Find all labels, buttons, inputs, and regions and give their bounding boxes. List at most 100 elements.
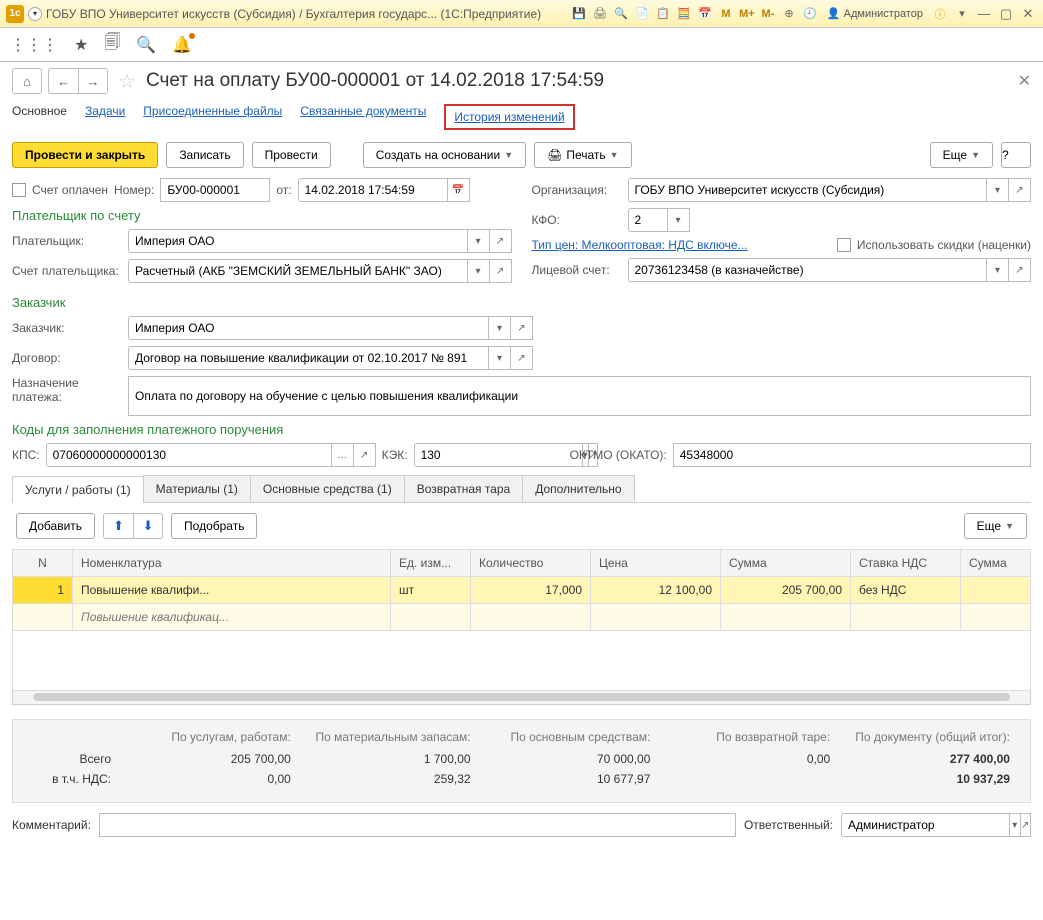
open-icon[interactable]: ↗ xyxy=(354,443,376,467)
h-scrollbar[interactable] xyxy=(12,691,1031,705)
payer-input[interactable] xyxy=(128,229,468,253)
clipboard-icon[interactable]: 🗐 xyxy=(104,31,120,58)
personal-acc-input[interactable] xyxy=(628,258,988,282)
kfo-input[interactable] xyxy=(628,208,668,232)
maximize-button[interactable]: ▢ xyxy=(997,5,1015,23)
payer-acc-input[interactable] xyxy=(128,259,468,283)
pick-button[interactable]: Подобрать xyxy=(171,513,257,539)
tool-save-icon[interactable]: 💾 xyxy=(570,5,588,23)
nav-history[interactable]: История изменений xyxy=(444,104,574,130)
system-menu-icon[interactable]: ▾ xyxy=(28,7,42,21)
tool-preview-icon[interactable]: 🔍 xyxy=(612,5,630,23)
tool-history-icon[interactable]: 🕘 xyxy=(801,5,819,23)
move-up-button[interactable]: ⬆ xyxy=(103,513,133,539)
tab-services[interactable]: Услуги / работы (1) xyxy=(12,476,144,503)
purpose-input[interactable] xyxy=(128,376,1031,416)
bell-icon[interactable]: 🔔 xyxy=(172,35,192,55)
table-empty-row[interactable] xyxy=(13,631,1031,691)
dropdown-icon[interactable]: ▾ xyxy=(468,259,490,283)
search-icon[interactable]: 🔍 xyxy=(136,35,156,55)
tab-materials[interactable]: Материалы (1) xyxy=(143,475,251,502)
open-icon[interactable]: ↗ xyxy=(511,346,533,370)
tool-paste-icon[interactable]: 📋 xyxy=(654,5,672,23)
open-icon[interactable]: ↗ xyxy=(1009,258,1031,282)
help-button[interactable]: ? xyxy=(1001,142,1031,168)
tab-extra[interactable]: Дополнительно xyxy=(522,475,634,502)
nav-linked[interactable]: Связанные документы xyxy=(300,104,426,130)
star-icon[interactable]: ★ xyxy=(74,35,88,55)
move-down-button[interactable]: ⬇ xyxy=(133,513,163,539)
table-subrow[interactable]: Повышение квалификац... xyxy=(13,604,1031,631)
kps-label: КПС: xyxy=(12,448,40,462)
home-button[interactable]: ⌂ xyxy=(12,68,42,94)
org-input[interactable] xyxy=(628,178,988,202)
tool-print-icon[interactable]: 🖨 xyxy=(591,5,609,23)
dropdown-icon[interactable]: ▾ xyxy=(987,258,1009,282)
open-icon[interactable]: ↗ xyxy=(1009,178,1031,202)
nav-main[interactable]: Основное xyxy=(12,104,67,130)
open-icon[interactable]: ↗ xyxy=(490,229,512,253)
oktmo-input[interactable] xyxy=(673,443,1031,467)
comment-input[interactable] xyxy=(99,813,736,837)
table-row[interactable]: 1 Повышение квалифи... шт 17,000 12 100,… xyxy=(13,577,1031,604)
fav-star-icon[interactable]: ☆ xyxy=(118,69,136,94)
table-header-row: N Номенклатура Ед. изм... Количество Цен… xyxy=(13,550,1031,577)
dropdown-icon[interactable]: ▾ xyxy=(668,208,690,232)
tab-assets[interactable]: Основные средства (1) xyxy=(250,475,405,502)
tool-copy-icon[interactable]: 📄 xyxy=(633,5,651,23)
kps-input[interactable] xyxy=(46,443,332,467)
paid-checkbox[interactable] xyxy=(12,183,26,197)
apps-icon[interactable]: ⋮⋮⋮ xyxy=(10,35,58,55)
more-button[interactable]: Еще▼ xyxy=(930,142,993,168)
print-button[interactable]: 🖨Печать▼ xyxy=(534,142,631,168)
minimize-button[interactable]: — xyxy=(975,5,993,23)
dropdown-icon[interactable]: ▾ xyxy=(489,316,511,340)
codes-section-title: Коды для заполнения платежного поручения xyxy=(12,422,1031,437)
discount-checkbox[interactable] xyxy=(837,238,851,252)
ellipsis-icon[interactable]: … xyxy=(332,443,354,467)
dropdown-icon[interactable]: ▾ xyxy=(468,229,490,253)
post-button[interactable]: Провести xyxy=(252,142,331,168)
save-button[interactable]: Записать xyxy=(166,142,243,168)
nav-files[interactable]: Присоединенные файлы xyxy=(143,104,282,130)
tool-zoom-icon[interactable]: ⊕ xyxy=(780,5,798,23)
command-bar: Провести и закрыть Записать Провести Соз… xyxy=(12,142,1031,168)
user-indicator[interactable]: 👤Администратор xyxy=(823,7,927,20)
nav-tasks[interactable]: Задачи xyxy=(85,104,125,130)
kfo-label: КФО: xyxy=(532,213,622,227)
close-page-button[interactable]: ✕ xyxy=(1018,71,1031,91)
open-icon[interactable]: ↗ xyxy=(511,316,533,340)
responsible-input[interactable] xyxy=(841,813,1010,837)
dropdown-icon[interactable]: ▾ xyxy=(953,5,971,23)
tab-returnable[interactable]: Возвратная тара xyxy=(404,475,524,502)
from-label: от: xyxy=(276,183,291,197)
open-icon[interactable]: ↗ xyxy=(490,259,512,283)
nav-fwd-button[interactable]: → xyxy=(78,68,108,94)
page-header: ⌂ ← → ☆ Счет на оплату БУ00-000001 от 14… xyxy=(12,68,1031,94)
date-input[interactable] xyxy=(298,178,448,202)
tool-calendar-icon[interactable]: 📅 xyxy=(696,5,714,23)
tool-mplus-icon[interactable]: M+ xyxy=(738,5,756,23)
payer-label: Плательщик: xyxy=(12,234,122,248)
table-more-button[interactable]: Еще▼ xyxy=(964,513,1027,539)
dropdown-icon[interactable]: ▾ xyxy=(489,346,511,370)
kek-input[interactable] xyxy=(414,443,583,467)
post-close-button[interactable]: Провести и закрыть xyxy=(12,142,158,168)
purpose-label: Назначение платежа: xyxy=(12,376,122,404)
dropdown-icon[interactable]: ▾ xyxy=(1010,813,1021,837)
tool-mminus-icon[interactable]: M- xyxy=(759,5,777,23)
dropdown-icon[interactable]: ▾ xyxy=(987,178,1009,202)
close-window-button[interactable]: ✕ xyxy=(1019,5,1037,23)
nav-back-button[interactable]: ← xyxy=(48,68,78,94)
tool-m-icon[interactable]: M xyxy=(717,5,735,23)
create-based-button[interactable]: Создать на основании▼ xyxy=(363,142,526,168)
price-type-link[interactable]: Тип цен: Мелкооптовая: НДС включе... xyxy=(532,238,748,252)
customer-input[interactable] xyxy=(128,316,489,340)
add-row-button[interactable]: Добавить xyxy=(16,513,95,539)
tool-calc-icon[interactable]: 🧮 xyxy=(675,5,693,23)
open-icon[interactable]: ↗ xyxy=(1021,813,1032,837)
contract-input[interactable] xyxy=(128,346,489,370)
calendar-icon[interactable]: 📅 xyxy=(448,178,470,202)
number-input[interactable] xyxy=(160,178,270,202)
info-icon[interactable]: ⓘ xyxy=(931,5,949,23)
